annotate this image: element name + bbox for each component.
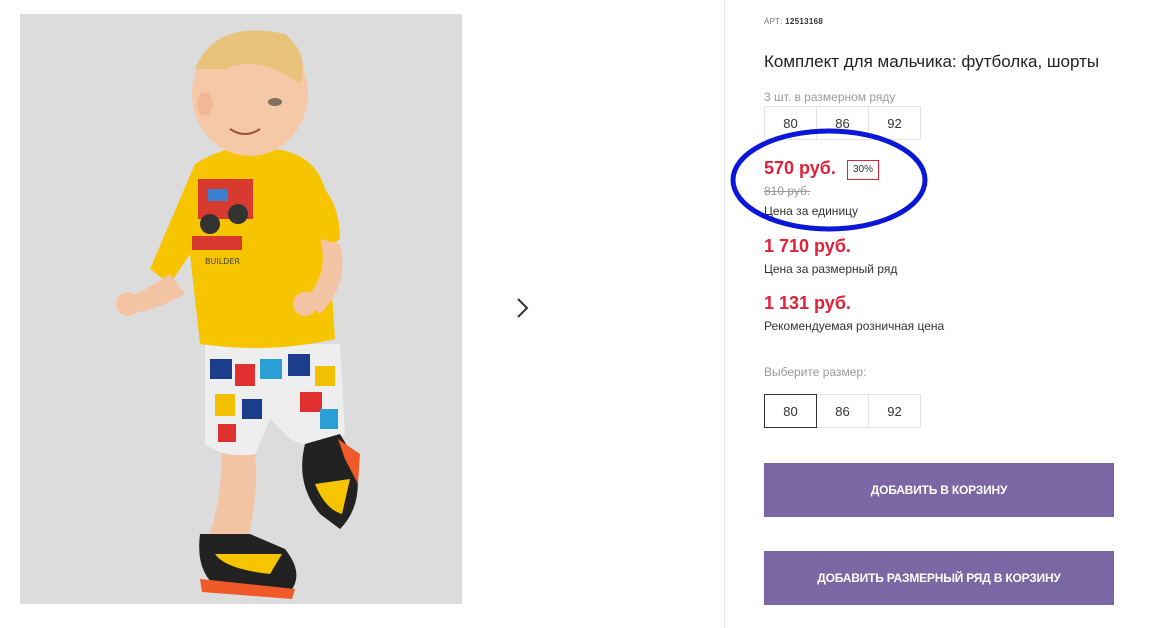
next-image-button[interactable] [496, 281, 550, 335]
choose-size-label: Выберите размер: [764, 365, 867, 379]
article-label: АРТ: [764, 17, 783, 26]
old-price: 810 руб. [764, 184, 811, 198]
size-row-item: 86 [816, 106, 869, 140]
column-divider [724, 0, 725, 628]
row-price-label: Цена за размерный ряд [764, 262, 898, 276]
size-option-86[interactable]: 86 [816, 394, 869, 428]
discount-badge: 30% [847, 160, 880, 180]
size-option-80[interactable]: 80 [764, 394, 817, 428]
svg-text:BUILDER: BUILDER [205, 257, 240, 266]
size-selector: 80 86 92 [764, 394, 921, 428]
product-gallery: BUILDER [0, 0, 724, 628]
article-number: АРТ: 12513168 [764, 17, 823, 26]
size-option-92[interactable]: 92 [868, 394, 921, 428]
product-title: Комплект для мальчика: футболка, шорты [764, 52, 1100, 71]
boy-photo-illustration: BUILDER [20, 14, 462, 604]
row-price: 1 710 руб. [764, 236, 851, 256]
size-row-item: 92 [868, 106, 921, 140]
size-row: 80 86 92 [764, 106, 921, 140]
chevron-right-icon [517, 298, 529, 318]
product-photo[interactable]: BUILDER [20, 14, 462, 604]
size-row-label: 3 шт. в размерном ряду [764, 90, 896, 104]
add-size-row-to-cart-button[interactable]: ДОБАВИТЬ РАЗМЕРНЫЙ РЯД В КОРЗИНУ [764, 551, 1114, 605]
article-value: 12513168 [785, 17, 824, 26]
retail-price: 1 131 руб. [764, 293, 851, 313]
size-row-item: 80 [764, 106, 817, 140]
unit-price: 570 руб. [764, 158, 836, 178]
add-to-cart-button[interactable]: ДОБАВИТЬ В КОРЗИНУ [764, 463, 1114, 517]
unit-price-label: Цена за единицу [764, 204, 859, 218]
retail-price-label: Рекомендуемая розничная цена [764, 319, 945, 333]
